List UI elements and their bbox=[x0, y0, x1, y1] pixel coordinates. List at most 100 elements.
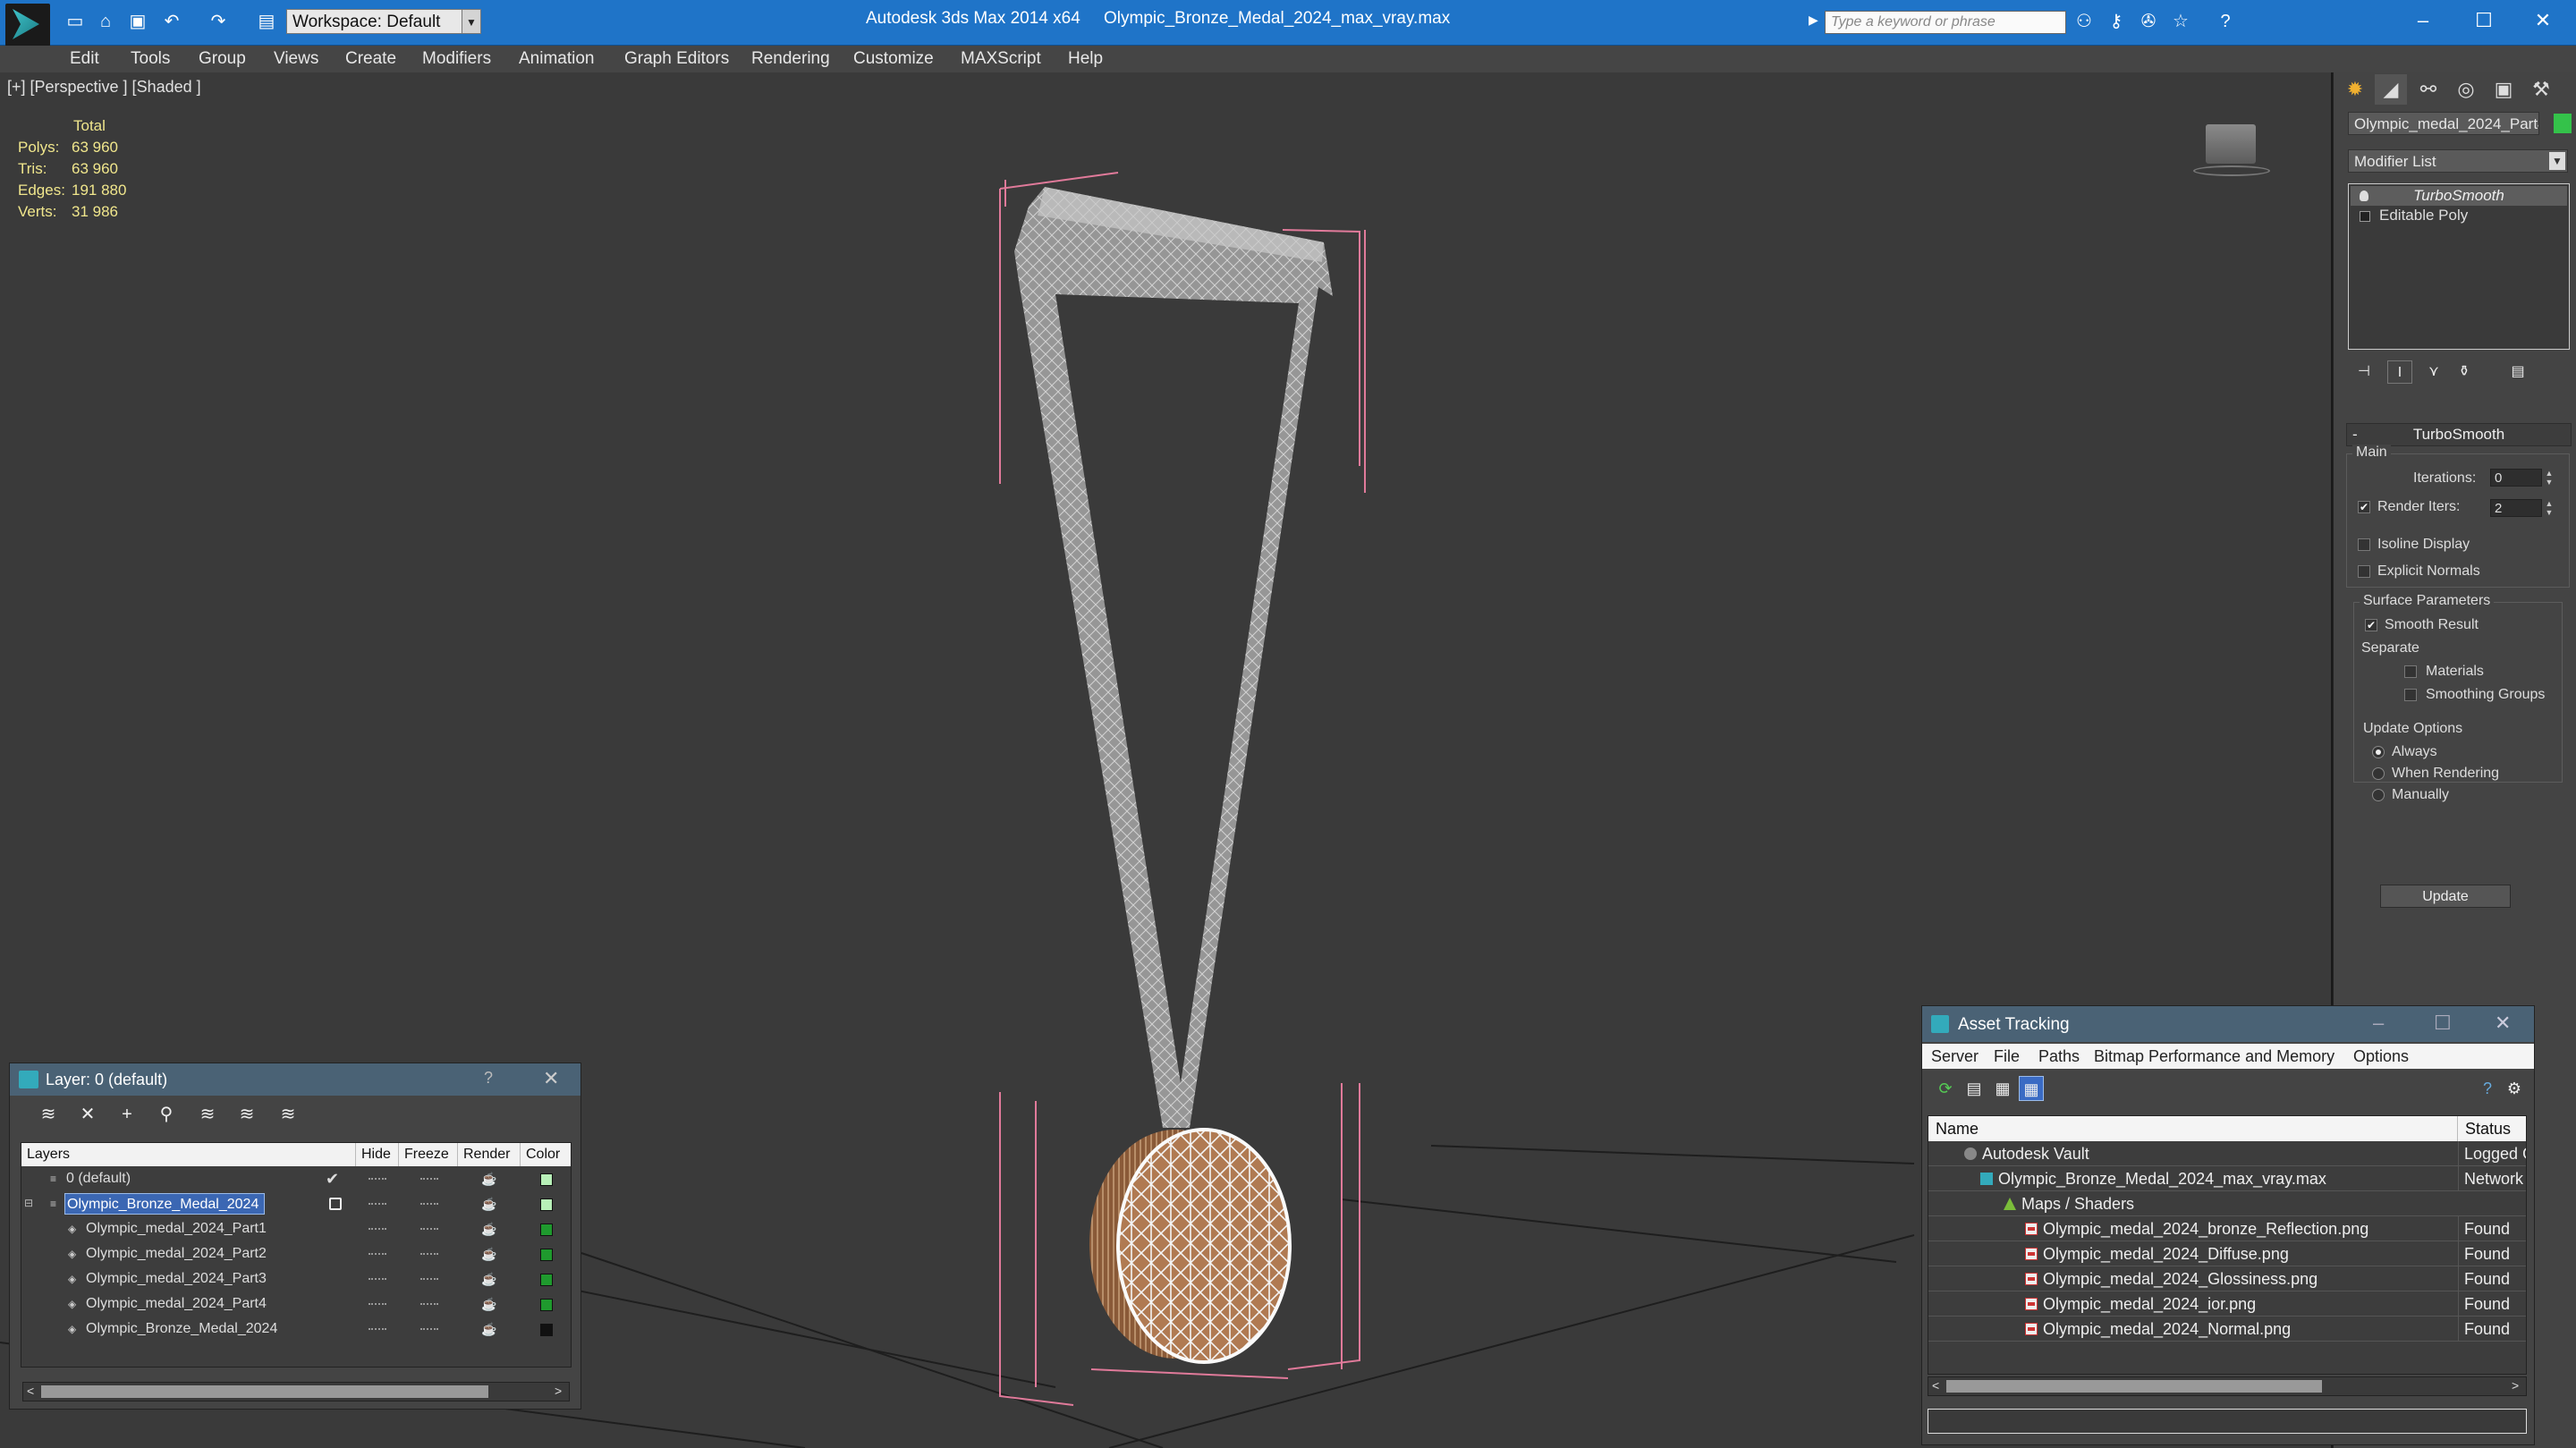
teapot-render-icon[interactable]: ☕ bbox=[481, 1223, 496, 1235]
current-layer-check-icon[interactable]: ✔ bbox=[326, 1166, 339, 1191]
freeze-toggle[interactable] bbox=[420, 1228, 438, 1232]
layer-row[interactable]: ⊟ ≡ Olympic_Bronze_Medal_2024 ☕ bbox=[21, 1191, 571, 1216]
redo-icon[interactable]: ↷ bbox=[208, 11, 229, 32]
modifier-list-dropdown[interactable]: Modifier List ▼ bbox=[2348, 149, 2568, 173]
layer-color-swatch[interactable] bbox=[540, 1324, 553, 1336]
layer-row[interactable]: ◈ Olympic_medal_2024_Part3 ☕ bbox=[21, 1266, 571, 1291]
collapse-icon[interactable]: ⊟ bbox=[23, 1198, 34, 1208]
motion-tab-icon[interactable]: ◎ bbox=[2450, 74, 2482, 105]
render-iters-spinner[interactable]: 2 bbox=[2490, 499, 2542, 517]
pin-stack-icon[interactable]: ⊣ bbox=[2351, 360, 2377, 384]
column-render[interactable]: Render bbox=[458, 1143, 521, 1166]
asset-row[interactable]: Olympic_medal_2024_Diffuse.png Found bbox=[1928, 1241, 2526, 1266]
close-button[interactable]: ✕ bbox=[2521, 5, 2565, 36]
help-icon[interactable]: ? bbox=[2215, 11, 2236, 32]
close-icon[interactable]: ✕ bbox=[2495, 1012, 2511, 1035]
menu-edit[interactable]: Edit bbox=[70, 46, 99, 72]
hide-toggle[interactable] bbox=[369, 1178, 386, 1182]
menu-modifiers[interactable]: Modifiers bbox=[422, 46, 491, 72]
freeze-toggle[interactable] bbox=[420, 1178, 438, 1182]
layer-color-swatch[interactable] bbox=[540, 1173, 553, 1186]
always-radio[interactable] bbox=[2372, 746, 2385, 758]
lightbulb-icon[interactable] bbox=[2360, 191, 2368, 201]
search-arrow-icon[interactable]: ▶ bbox=[1809, 13, 1818, 28]
layer-color-swatch[interactable] bbox=[540, 1224, 553, 1236]
update-button[interactable]: Update bbox=[2380, 885, 2511, 908]
communication-icon[interactable]: ✇ bbox=[2138, 11, 2159, 32]
menu-views[interactable]: Views bbox=[274, 46, 318, 72]
open-file-icon[interactable]: ⌂ bbox=[95, 11, 116, 32]
asset-row[interactable]: Olympic_medal_2024_ior.png Found bbox=[1928, 1291, 2526, 1317]
asset-window-titlebar[interactable]: Asset Tracking – ☐ ✕ bbox=[1922, 1006, 2534, 1042]
new-file-icon[interactable]: ▭ bbox=[64, 11, 86, 32]
menu-tools[interactable]: Tools bbox=[131, 46, 170, 72]
select-objects-icon[interactable]: ⚲ bbox=[153, 1103, 180, 1126]
viewport-label[interactable]: [+] [Perspective ] [Shaded ] bbox=[7, 78, 201, 97]
asset-row[interactable]: Olympic_medal_2024_bronze_Reflection.png… bbox=[1928, 1216, 2526, 1241]
close-icon[interactable]: ✕ bbox=[543, 1067, 559, 1090]
column-freeze[interactable]: Freeze bbox=[399, 1143, 458, 1166]
menu-server[interactable]: Server bbox=[1931, 1044, 1979, 1069]
asset-row[interactable]: Olympic_medal_2024_Glossiness.png Found bbox=[1928, 1266, 2526, 1291]
manually-radio[interactable] bbox=[2372, 789, 2385, 801]
layer-row[interactable]: ◈ Olympic_medal_2024_Part4 ☕ bbox=[21, 1291, 571, 1317]
show-end-result-icon[interactable]: I bbox=[2387, 360, 2412, 384]
scroll-left-icon[interactable]: < bbox=[1932, 1378, 1939, 1393]
minimize-icon[interactable]: – bbox=[2373, 1012, 2384, 1035]
layer-row[interactable]: ◈ Olympic_medal_2024_Part1 ☕ bbox=[21, 1216, 571, 1241]
scroll-right-icon[interactable]: > bbox=[555, 1384, 562, 1398]
help-icon[interactable]: ? bbox=[484, 1069, 493, 1088]
column-name[interactable]: Name bbox=[1928, 1116, 2458, 1141]
expand-box-icon[interactable] bbox=[2360, 211, 2370, 222]
save-file-icon[interactable]: ▣ bbox=[127, 11, 148, 32]
menu-help[interactable]: Help bbox=[1068, 46, 1103, 72]
object-name-field[interactable]: Olympic_medal_2024_Part4 bbox=[2348, 112, 2539, 135]
layer-horizontal-scrollbar[interactable]: < > bbox=[22, 1382, 570, 1401]
asset-row[interactable]: Olympic_medal_2024_Normal.png Found bbox=[1928, 1317, 2526, 1342]
freeze-all-layers-icon[interactable]: ≋ bbox=[275, 1103, 301, 1126]
layer-color-swatch[interactable] bbox=[540, 1198, 553, 1211]
freeze-toggle[interactable] bbox=[420, 1203, 438, 1207]
iterations-spinner[interactable]: 0 bbox=[2490, 469, 2542, 487]
set-current-layer-icon[interactable] bbox=[329, 1198, 342, 1210]
column-layers[interactable]: Layers bbox=[21, 1143, 356, 1166]
teapot-render-icon[interactable]: ☕ bbox=[481, 1248, 496, 1260]
app-logo-button[interactable] bbox=[5, 4, 50, 47]
add-selection-icon[interactable]: + bbox=[114, 1103, 140, 1126]
layer-row[interactable]: ≡ 0 (default) ✔ ☕ bbox=[21, 1166, 571, 1191]
column-color[interactable]: Color bbox=[521, 1143, 571, 1166]
freeze-toggle[interactable] bbox=[420, 1278, 438, 1283]
utilities-tab-icon[interactable]: ⚒ bbox=[2525, 74, 2557, 105]
explicit-normals-checkbox[interactable] bbox=[2358, 565, 2370, 578]
asset-row[interactable]: Autodesk Vault Logged O bbox=[1928, 1141, 2526, 1166]
menu-maxscript[interactable]: MAXScript bbox=[961, 46, 1041, 72]
hide-toggle[interactable] bbox=[369, 1278, 386, 1283]
freeze-toggle[interactable] bbox=[420, 1328, 438, 1333]
isoline-display-checkbox[interactable] bbox=[2358, 538, 2370, 551]
collapse-icon[interactable]: - bbox=[2352, 424, 2358, 445]
teapot-render-icon[interactable]: ☕ bbox=[481, 1198, 496, 1210]
create-tab-icon[interactable]: ✹ bbox=[2339, 74, 2371, 105]
menu-file[interactable]: File bbox=[1994, 1044, 2020, 1069]
remove-modifier-icon[interactable]: ⚱ bbox=[2452, 360, 2477, 384]
spinner-arrows-icon[interactable]: ▲ ▼ bbox=[2544, 469, 2555, 487]
layer-color-swatch[interactable] bbox=[540, 1299, 553, 1311]
column-status[interactable]: Status bbox=[2458, 1116, 2526, 1141]
help-icon[interactable]: ? bbox=[2475, 1076, 2500, 1101]
asset-path-field[interactable] bbox=[1928, 1409, 2527, 1434]
materials-checkbox[interactable] bbox=[2404, 665, 2417, 678]
freeze-toggle[interactable] bbox=[420, 1253, 438, 1257]
menu-bitmap-performance[interactable]: Bitmap Performance and Memory bbox=[2094, 1044, 2334, 1069]
stack-item-editable-poly[interactable]: Editable Poly bbox=[2351, 206, 2567, 225]
object-color-swatch[interactable] bbox=[2554, 114, 2572, 133]
maximize-button[interactable]: ☐ bbox=[2462, 5, 2506, 36]
column-hide[interactable]: Hide bbox=[356, 1143, 399, 1166]
teapot-render-icon[interactable]: ☕ bbox=[481, 1323, 496, 1335]
hide-toggle[interactable] bbox=[369, 1303, 386, 1308]
smooth-result-checkbox[interactable]: ✔ bbox=[2365, 619, 2377, 631]
vault-settings-icon[interactable]: ⚙ bbox=[2502, 1076, 2527, 1101]
menu-options[interactable]: Options bbox=[2353, 1044, 2409, 1069]
minimize-button[interactable]: – bbox=[2401, 5, 2445, 36]
configure-modifier-sets-icon[interactable]: ▤ bbox=[2505, 360, 2530, 384]
viewcube-compass[interactable] bbox=[2193, 165, 2270, 176]
